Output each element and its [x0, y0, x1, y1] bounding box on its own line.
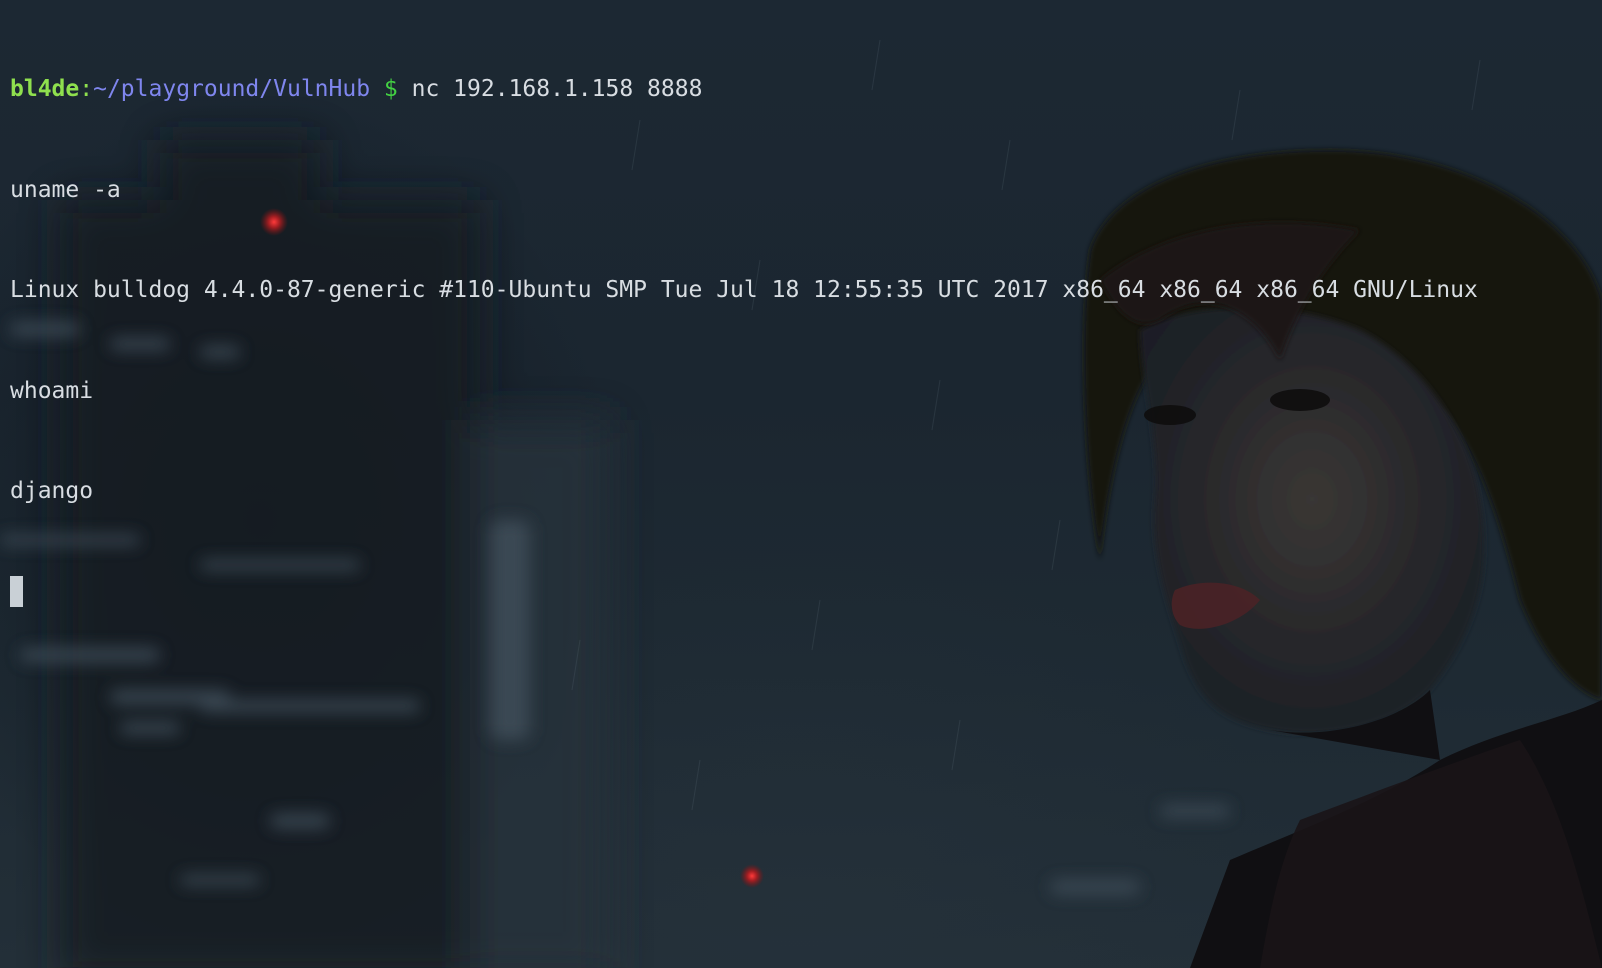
prompt-command: nc 192.168.1.158 8888 — [411, 76, 703, 102]
output-line: uname -a — [10, 176, 121, 203]
input-line[interactable] — [10, 575, 1592, 610]
prompt-line: bl4de:~/playground/VulnHub $ nc 192.168.… — [10, 73, 1592, 107]
text-cursor — [10, 575, 23, 607]
terminal-window[interactable]: bl4de:~/playground/VulnHub $ nc 192.168.… — [0, 0, 1602, 968]
prompt-user-host: bl4de — [10, 76, 80, 102]
prompt-separator: : — [79, 76, 94, 102]
output-line: Linux bulldog 4.4.0-87-generic #110-Ubun… — [10, 277, 1478, 303]
terminal-output[interactable]: bl4de:~/playground/VulnHub $ nc 192.168.… — [10, 6, 1592, 676]
output-line: whoami — [10, 377, 94, 404]
output-line: django — [10, 478, 94, 504]
prompt-path: ~/playground/VulnHub — [93, 76, 371, 102]
prompt-symbol: $ — [383, 76, 398, 102]
